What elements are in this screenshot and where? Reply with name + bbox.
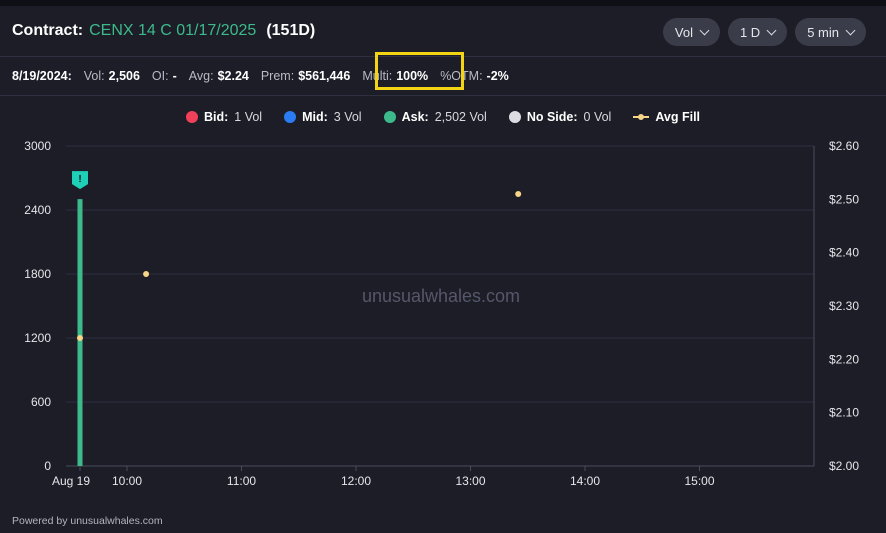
y-left-tick-label: 0 xyxy=(44,459,51,473)
y-right-tick-label: $2.30 xyxy=(829,299,859,313)
y-left-tick-label: 2400 xyxy=(24,203,51,217)
x-tick-label: 11:00 xyxy=(227,474,256,488)
y-right-tick-label: $2.20 xyxy=(829,352,859,366)
x-tick-label: Aug 19 xyxy=(52,474,90,488)
y-left-tick-label: 600 xyxy=(31,395,51,409)
volume-bar[interactable] xyxy=(77,199,83,466)
y-right-tick-label: $2.50 xyxy=(829,192,859,206)
x-tick-label: 14:00 xyxy=(570,474,600,488)
footer-credit: Powered by unusualwhales.com xyxy=(12,515,163,527)
x-tick-label: 12:00 xyxy=(341,474,371,488)
y-left-tick-label: 1800 xyxy=(24,267,51,281)
y-right-tick-label: $2.00 xyxy=(829,459,859,473)
y-right-tick-label: $2.60 xyxy=(829,139,859,153)
avg-fill-point[interactable] xyxy=(515,191,522,197)
watermark: unusualwhales.com xyxy=(362,286,520,306)
avg-fill-point[interactable] xyxy=(143,271,150,277)
y-right-tick-label: $2.10 xyxy=(829,406,859,420)
x-tick-label: 15:00 xyxy=(684,474,714,488)
x-tick-label: 10:00 xyxy=(112,474,142,488)
alert-flag-label: ! xyxy=(78,174,81,185)
x-tick-label: 13:00 xyxy=(455,474,485,488)
y-left-tick-label: 3000 xyxy=(24,139,51,153)
avg-fill-point[interactable] xyxy=(77,335,83,341)
volume-chart: unusualwhales.com ! 0 600 1200 1800 2400 3000… xyxy=(24,139,859,488)
y-left-tick-label: 1200 xyxy=(24,331,51,345)
y-right-tick-label: $2.40 xyxy=(829,246,859,260)
